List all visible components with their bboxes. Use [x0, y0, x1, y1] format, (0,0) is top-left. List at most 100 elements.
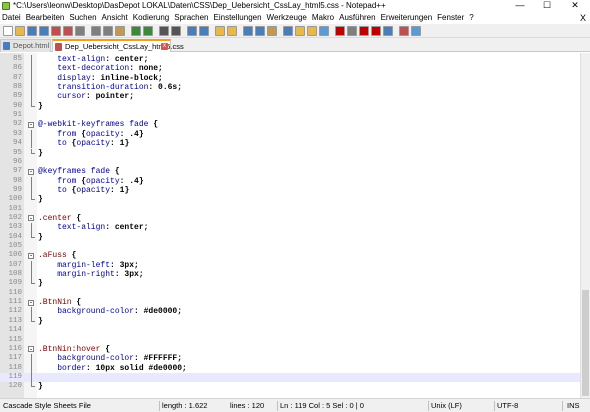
cut-icon[interactable]	[91, 26, 101, 36]
code-line[interactable]: 88 transition-duration: 0.6s;	[0, 83, 580, 93]
print-icon[interactable]	[75, 26, 85, 36]
code-line[interactable]: 101	[0, 205, 580, 214]
open-file-icon[interactable]	[15, 26, 25, 36]
menu-item-5[interactable]: Sprachen	[172, 12, 211, 24]
code-line[interactable]: 116 .BtnNin:hover {	[0, 345, 580, 354]
encoding-label[interactable]: UTF-8	[497, 399, 518, 412]
menu-item-0[interactable]: Datei	[0, 12, 24, 24]
menu-item-12[interactable]: ?	[467, 12, 476, 24]
code-line[interactable]: 98 from {opacity: .4}	[0, 176, 580, 186]
menu-item-7[interactable]: Werkzeuge	[265, 12, 310, 24]
tab-close-icon[interactable]: x	[161, 43, 168, 50]
code-line[interactable]: 111 .BtnNin {	[0, 298, 580, 307]
code-line[interactable]: 110	[0, 289, 580, 298]
save-icon[interactable]	[27, 26, 37, 36]
close-all-icon[interactable]	[63, 26, 73, 36]
play-multiple-icon[interactable]	[371, 26, 381, 36]
close-window-button[interactable]: ✕	[564, 0, 586, 12]
indent-guide-icon[interactable]	[267, 26, 277, 36]
close-icon[interactable]	[51, 26, 61, 36]
monitor-icon[interactable]	[319, 26, 329, 36]
code-line[interactable]: 105	[0, 242, 580, 251]
undo-icon[interactable]	[131, 26, 141, 36]
code-line[interactable]: 115	[0, 336, 580, 345]
code-line[interactable]: 85 text-align: center;	[0, 55, 580, 65]
paste-icon[interactable]	[115, 26, 125, 36]
code-line[interactable]: 113}	[0, 316, 580, 326]
folder-workspace-icon[interactable]	[307, 26, 317, 36]
spell-check-icon[interactable]	[399, 26, 409, 36]
tab-depot-html[interactable]: Depot.html	[0, 39, 51, 52]
code-line[interactable]: 91	[0, 111, 580, 120]
code-line[interactable]: 118 border: 10px solid #de0000;	[0, 363, 580, 373]
code-line[interactable]: 114	[0, 326, 580, 335]
record-macro-icon[interactable]	[335, 26, 345, 36]
replace-icon[interactable]	[171, 26, 181, 36]
status-divider	[428, 401, 429, 411]
save-macro-icon[interactable]	[383, 26, 393, 36]
menu-item-8[interactable]: Makro	[310, 12, 337, 24]
menu-item-9[interactable]: Ausführen	[337, 12, 378, 24]
menu-item-6[interactable]: Einstellungen	[212, 12, 265, 24]
redo-icon[interactable]	[143, 26, 153, 36]
fold-toggle-icon[interactable]	[28, 215, 34, 222]
tab-css-file[interactable]: Dep_Uebersicht_CssLay_html5.css x	[52, 39, 184, 52]
menu-item-11[interactable]: Fenster	[435, 12, 467, 24]
close-document-button[interactable]: X	[580, 12, 586, 24]
fold-toggle-icon[interactable]	[28, 346, 34, 353]
menu-item-1[interactable]: Bearbeiten	[24, 12, 68, 24]
code-line[interactable]: 117 background-color: #FFFFFF;	[0, 354, 580, 364]
fold-toggle-icon[interactable]	[28, 299, 34, 306]
code-line[interactable]: 106 .aFuss {	[0, 251, 580, 260]
zoom-in-icon[interactable]	[187, 26, 197, 36]
code-line[interactable]: 89 cursor: pointer;	[0, 92, 580, 102]
fold-toggle-icon[interactable]	[28, 121, 34, 128]
maximize-button[interactable]: ☐	[536, 0, 558, 12]
code-line[interactable]: 92 @-webkit-keyframes fade {	[0, 120, 580, 129]
code-line[interactable]: 86 text-decoration: none;	[0, 64, 580, 74]
insert-mode-label[interactable]: INS	[567, 399, 580, 412]
copy-icon[interactable]	[103, 26, 113, 36]
function-list-icon[interactable]	[295, 26, 305, 36]
sync-h-icon[interactable]	[227, 26, 237, 36]
menu-item-10[interactable]: Erweiterungen	[379, 12, 436, 24]
save-all-icon[interactable]	[39, 26, 49, 36]
doc-map-icon[interactable]	[283, 26, 293, 36]
menu-item-4[interactable]: Kodierung	[131, 12, 172, 24]
code-line[interactable]: 100}	[0, 195, 580, 204]
fold-toggle-icon[interactable]	[28, 168, 34, 175]
code-line[interactable]: 97 @keyframes fade {	[0, 167, 580, 176]
code-line[interactable]: 119	[0, 372, 580, 383]
sync-v-icon[interactable]	[215, 26, 225, 36]
code-line[interactable]: 109}	[0, 279, 580, 288]
code-line[interactable]: 90}	[0, 101, 580, 111]
code-line[interactable]: 96	[0, 158, 580, 167]
show-all-chars-icon[interactable]	[255, 26, 265, 36]
menu-item-2[interactable]: Suchen	[67, 12, 99, 24]
code-line[interactable]: 102 .center {	[0, 214, 580, 223]
code-line[interactable]: 94 to {opacity: 1}	[0, 139, 580, 149]
zoom-out-icon[interactable]	[199, 26, 209, 36]
find-icon[interactable]	[159, 26, 169, 36]
code-line[interactable]: 107 margin-left: 3px;	[0, 260, 580, 271]
code-line[interactable]: 87 display: inline-block;	[0, 73, 580, 84]
play-macro-icon[interactable]	[359, 26, 369, 36]
code-line[interactable]: 104}	[0, 232, 580, 242]
code-line[interactable]: 95}	[0, 148, 580, 158]
plugin-icon[interactable]	[411, 26, 421, 36]
scrollbar-thumb[interactable]	[582, 290, 589, 396]
menu-item-3[interactable]: Ansicht	[100, 12, 131, 24]
stop-macro-icon[interactable]	[347, 26, 357, 36]
new-file-icon[interactable]	[3, 26, 13, 36]
code-line[interactable]: 112 background-color: #de0000;	[0, 307, 580, 317]
eol-format-label[interactable]: Unix (LF)	[431, 399, 462, 412]
minimize-button[interactable]: —	[509, 0, 531, 12]
word-wrap-icon[interactable]	[243, 26, 253, 36]
code-line[interactable]: 103 text-align: center;	[0, 223, 580, 233]
code-line[interactable]: 93 from {opacity: .4}	[0, 129, 580, 140]
code-line[interactable]: 120}	[0, 382, 580, 391]
code-line[interactable]: 99 to {opacity: 1}	[0, 185, 580, 196]
fold-toggle-icon[interactable]	[28, 252, 34, 259]
code-editor[interactable]: 85 text-align: center; 86 text-decoration…	[0, 53, 580, 398]
code-line[interactable]: 108 margin-right: 3px;	[0, 270, 580, 280]
